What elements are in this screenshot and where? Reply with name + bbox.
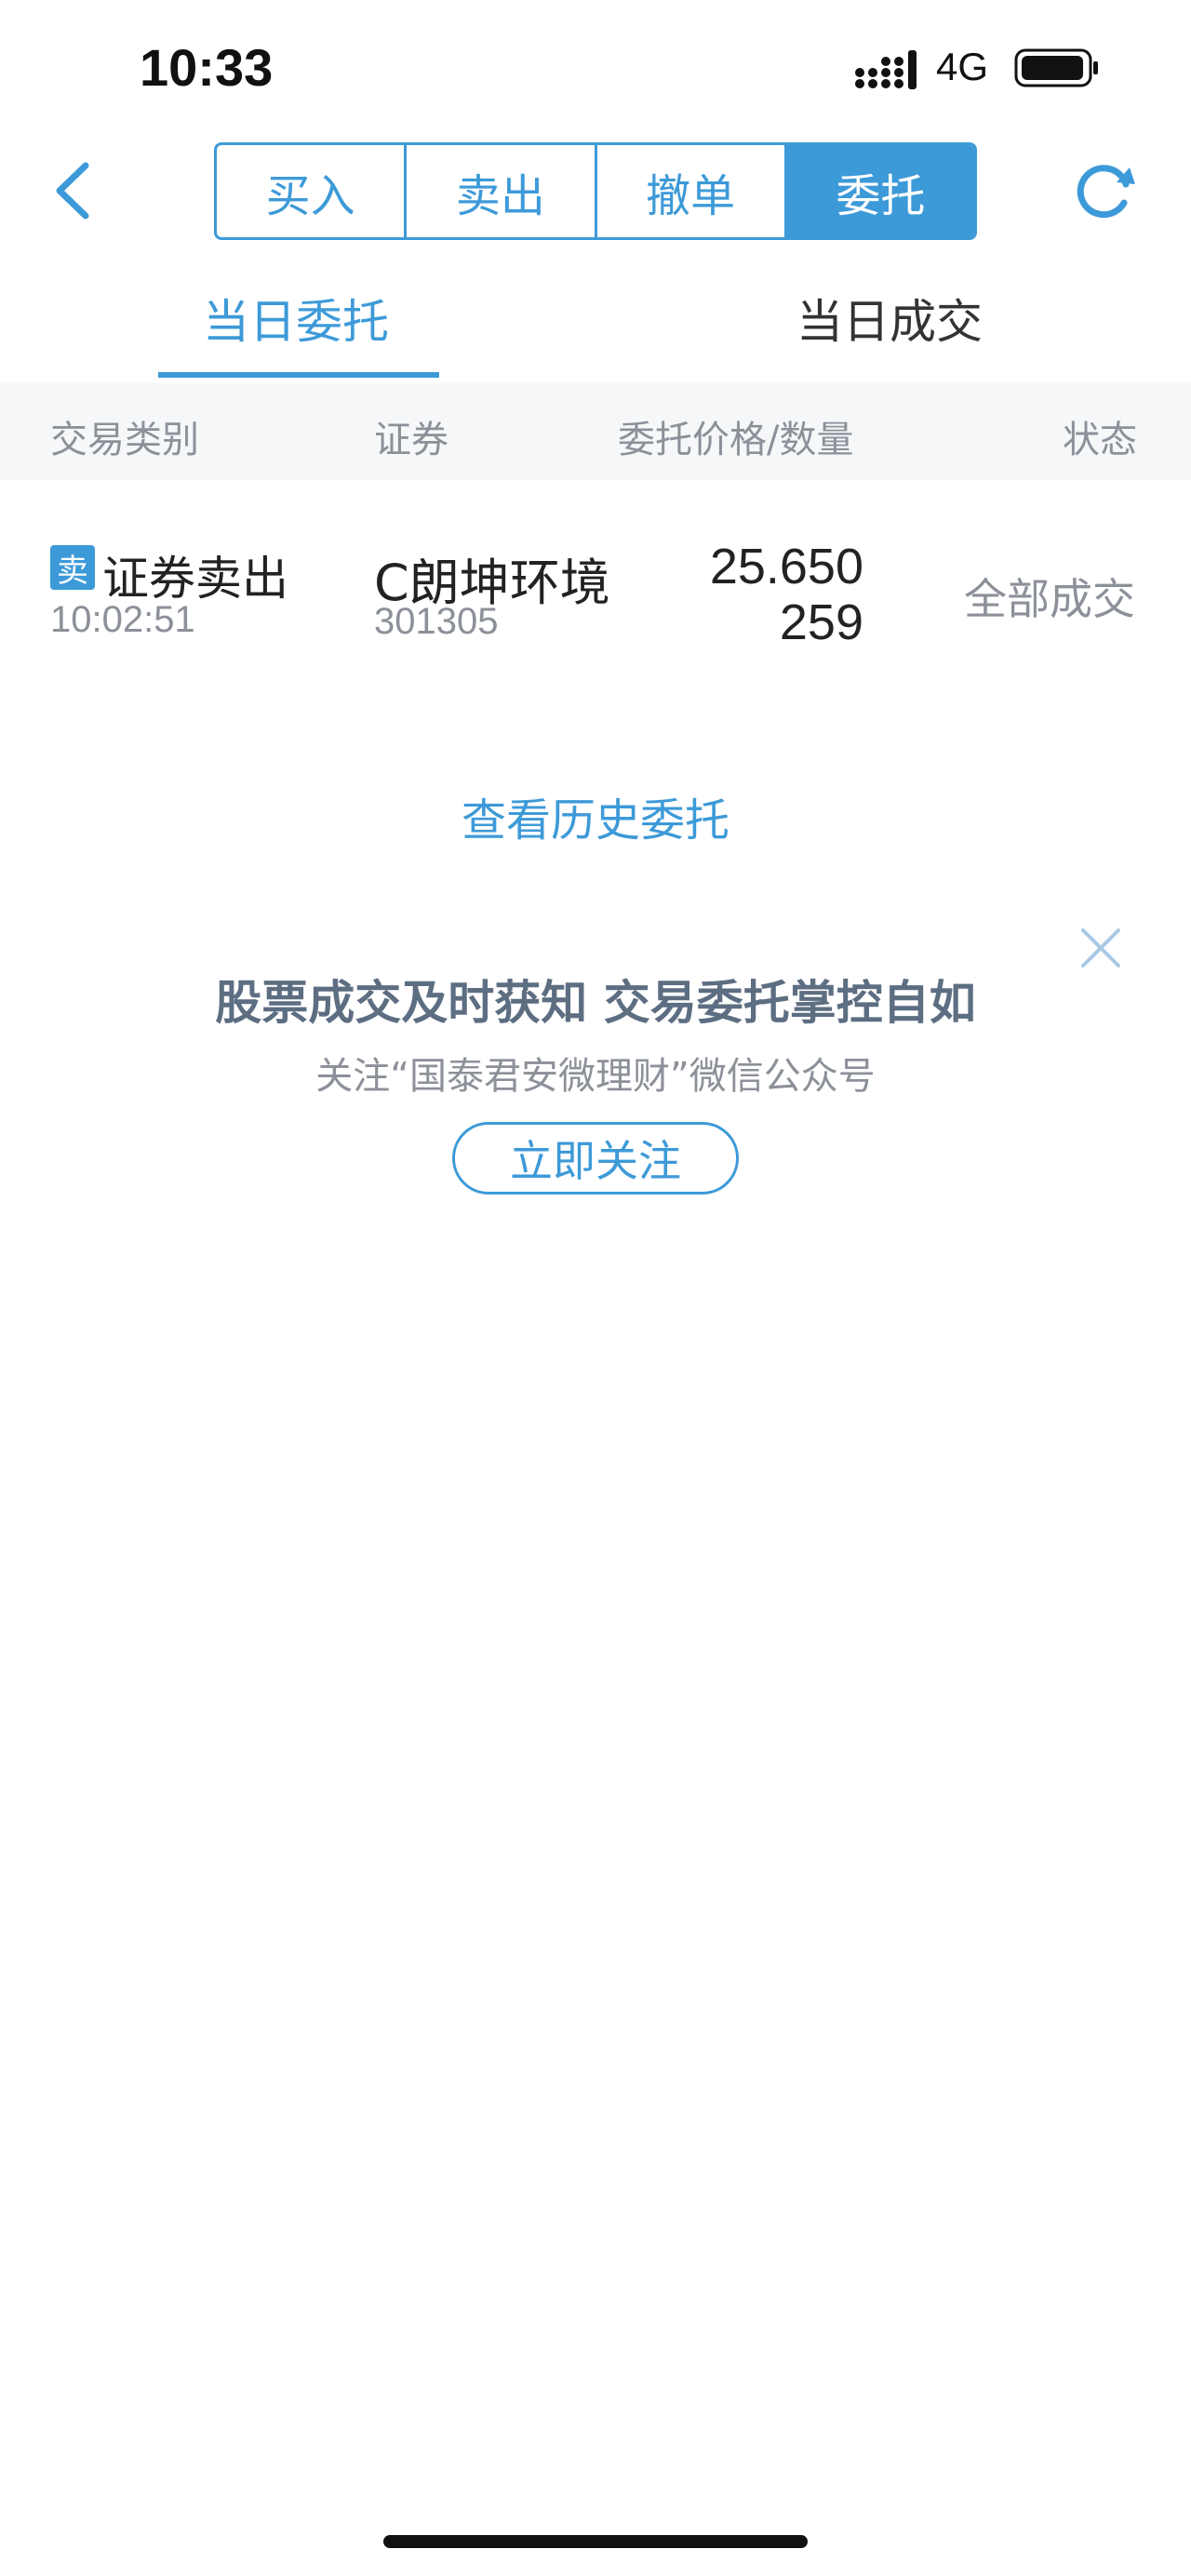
column-header-status: 状态: [1063, 419, 1137, 461]
segment-buy[interactable]: 买入: [217, 145, 408, 237]
order-status: 全部成交: [964, 574, 1135, 624]
tab-today-orders[interactable]: 当日委托: [203, 285, 389, 352]
column-header-security: 证券: [374, 419, 448, 461]
follow-now-button[interactable]: 立即关注: [452, 1122, 739, 1195]
order-price: 25.650: [709, 539, 863, 594]
home-indicator[interactable]: [383, 2535, 808, 2548]
network-label: 4G: [936, 45, 989, 88]
tab-today-deals[interactable]: 当日成交: [796, 285, 983, 352]
stock-code: 301305: [374, 601, 499, 642]
order-time: 10:02:51: [50, 599, 195, 640]
segment-orders[interactable]: 委托: [786, 145, 974, 237]
segment-cancel-order[interactable]: 撤单: [597, 145, 787, 237]
promo-title: 股票成交及时获知 交易委托掌控自如: [215, 976, 976, 1030]
column-header-type: 交易类别: [50, 419, 199, 461]
column-header-price-quantity: 委托价格/数量: [618, 419, 854, 461]
promo-subtitle: 关注“国泰君安微理财”微信公众号: [315, 1055, 876, 1098]
trade-mode-segmented-control: 买入 卖出 撤单 委托: [214, 142, 977, 240]
sell-badge: 卖: [50, 545, 95, 590]
order-quantity: 259: [779, 594, 863, 650]
status-time: 10:33: [140, 38, 274, 97]
refresh-icon[interactable]: [1070, 156, 1139, 225]
view-history-orders-link[interactable]: 查看历史委托: [0, 783, 1191, 848]
signal-icon: [855, 50, 917, 89]
close-icon[interactable]: [1079, 927, 1122, 969]
segment-sell[interactable]: 卖出: [407, 145, 597, 237]
active-tab-indicator: [158, 372, 439, 378]
back-button[interactable]: [48, 158, 100, 223]
battery-icon: [1014, 48, 1098, 87]
